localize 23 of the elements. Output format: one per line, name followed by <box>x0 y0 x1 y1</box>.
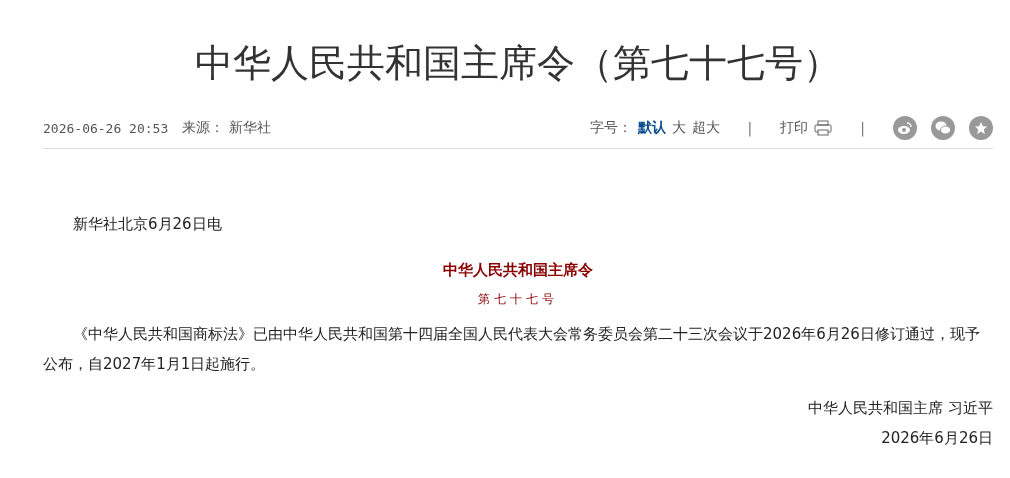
font-size-option[interactable]: 默认 <box>637 119 666 137</box>
printer-icon <box>814 120 833 136</box>
article-title: 中华人民共和国主席令（第七十七号） <box>194 40 842 87</box>
source-label: 来源： 新华社 <box>182 119 271 137</box>
font-size-label: 字号： <box>589 119 632 137</box>
separator: | <box>747 120 753 136</box>
signature: 中华人民共和国主席 习近平 <box>808 399 993 417</box>
eye-icon <box>897 121 913 135</box>
separator: | <box>860 120 865 136</box>
dateline: 新华社北京6月26日电 <box>72 214 223 235</box>
sign-date: 2026年6月26日 <box>881 429 993 447</box>
weibo-share-button[interactable] <box>893 116 917 140</box>
favorite-button[interactable] <box>969 116 993 140</box>
font-size-option[interactable]: 超大 <box>691 119 720 137</box>
order-title: 中华人民共和国主席令 <box>443 261 593 279</box>
font-size-option[interactable]: 大 <box>671 119 686 137</box>
wechat-share-button[interactable] <box>931 116 955 140</box>
print-link[interactable]: 打印 <box>780 119 833 137</box>
star-icon <box>974 121 988 135</box>
body-paragraph: 《中华人民共和国商标法》已由中华人民共和国第十四届全国人民代表大会常务委员会第二十三次会议于2026年6月26日修订通过，现予公布，自2027年1月1日起施行。 <box>43 324 981 375</box>
publish-time: 2026-06-26 20:53 <box>43 120 169 136</box>
order-number: 第七十七号 <box>478 292 558 306</box>
chat-bubbles-icon <box>935 121 951 135</box>
